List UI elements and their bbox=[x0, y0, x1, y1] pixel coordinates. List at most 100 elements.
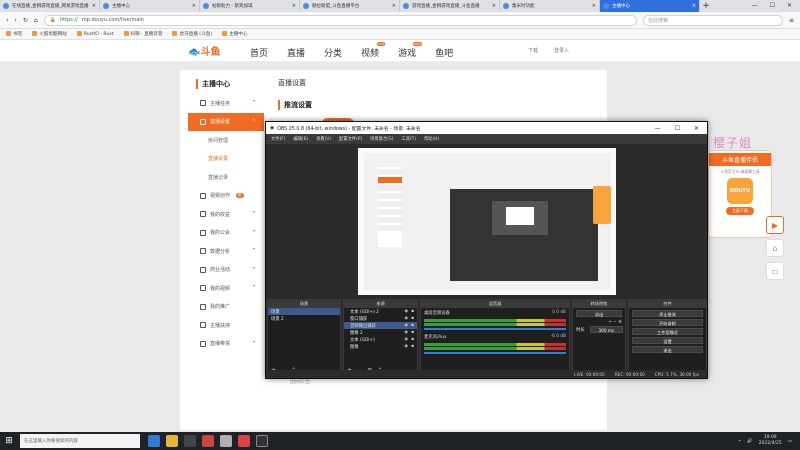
app-icon[interactable] bbox=[238, 435, 250, 447]
sidebar-item[interactable]: 我的收益 ^ bbox=[188, 205, 264, 224]
eye-icon[interactable]: ◉ bbox=[404, 323, 408, 328]
browser-tab[interactable]: 主播中心 × bbox=[600, 0, 700, 12]
obs-maximize-icon[interactable]: ☐ bbox=[675, 125, 680, 132]
nav-item[interactable]: 分类 bbox=[324, 46, 342, 59]
lock-icon[interactable]: ▪ bbox=[411, 344, 414, 349]
menu-icon[interactable]: ≡ bbox=[789, 17, 794, 24]
tab-close-icon[interactable]: × bbox=[692, 3, 696, 9]
obs-menu-item[interactable]: 场景集合(S) bbox=[370, 136, 393, 142]
volume-slider[interactable] bbox=[424, 352, 566, 354]
bookmark-item[interactable]: 主播中心 bbox=[222, 31, 247, 37]
promo-download-button[interactable]: 立即下载 bbox=[726, 207, 754, 215]
sidebar-item[interactable]: 房间管理 bbox=[188, 131, 264, 150]
tab-close-icon[interactable]: × bbox=[392, 3, 396, 9]
source-item[interactable]: 文本 (GDI+) 2 ◉ ▪ bbox=[344, 308, 417, 315]
forward-icon[interactable]: › bbox=[14, 17, 16, 24]
eye-icon[interactable]: ◉ bbox=[404, 344, 408, 349]
back-icon[interactable]: ‹ bbox=[6, 17, 8, 24]
bookmark-item[interactable]: RustIO - Rust bbox=[77, 31, 114, 37]
control-button[interactable]: 设置 bbox=[632, 337, 703, 344]
nav-item[interactable]: 直播 bbox=[287, 46, 305, 59]
screen-icon[interactable]: ▭ bbox=[766, 262, 784, 280]
promo-card[interactable]: 斗鱼直播伴侣 斗鱼官方PC端直播工具 DOUYU 立即下载 bbox=[708, 150, 772, 238]
bookmark-item[interactable]: 虎牙直播 (斗鱼) bbox=[172, 31, 212, 37]
obs-menu-item[interactable]: 工具(T) bbox=[401, 136, 416, 142]
lock-icon[interactable]: ▪ bbox=[411, 337, 414, 342]
play-icon[interactable]: ▶ bbox=[766, 216, 784, 234]
tab-close-icon[interactable]: × bbox=[492, 3, 496, 9]
url-field[interactable]: 🔒 https://mp.douyu.com/live/main bbox=[43, 14, 637, 26]
nav-item[interactable]: 鱼吧 bbox=[435, 46, 453, 59]
obs-task-icon[interactable] bbox=[256, 435, 268, 447]
browser-tab[interactable]: 在线直播_金狮游戏直播_网易游戏直播 × bbox=[0, 0, 100, 12]
obs-close-icon[interactable]: ✕ bbox=[694, 125, 699, 132]
control-button[interactable]: 开始录制 bbox=[632, 319, 703, 326]
lock-icon[interactable]: ▪ bbox=[411, 316, 414, 321]
sidebar-item[interactable]: 主播任务 ^ bbox=[188, 94, 264, 113]
sidebar-item[interactable]: 直播设置 ^ bbox=[188, 112, 264, 131]
chrome-icon[interactable] bbox=[166, 435, 178, 447]
obs-menu-item[interactable]: 配置文件(P) bbox=[339, 136, 362, 142]
source-item[interactable]: 文本 (GDI+) ◉ ▪ bbox=[344, 336, 417, 343]
douyu-logo[interactable]: 🐟斗鱼 bbox=[188, 43, 232, 59]
obs-preview[interactable] bbox=[358, 148, 616, 295]
browser-tab[interactable]: 赫拉联盟_斗鱼直播平台 × bbox=[300, 0, 400, 12]
sidebar-item[interactable]: 视频创作新 bbox=[188, 187, 264, 206]
douyu-task-icon[interactable] bbox=[202, 435, 214, 447]
sidebar-item[interactable]: 我的推广 bbox=[188, 298, 264, 317]
sidebar-item[interactable]: 直播带货 ^ bbox=[188, 335, 264, 354]
browser-tab[interactable]: 帖税助力 - 斯宾加琪 × bbox=[200, 0, 300, 12]
tab-close-icon[interactable]: × bbox=[292, 3, 296, 9]
volume-icon[interactable]: 🔊 bbox=[747, 439, 753, 444]
lock-icon[interactable]: ▪ bbox=[411, 323, 414, 328]
source-item[interactable]: 图像 ◉ ▪ bbox=[344, 343, 417, 350]
sidebar-item[interactable]: 我的公会 ^ bbox=[188, 224, 264, 243]
obs-menu-item[interactable]: 编辑(E) bbox=[293, 136, 308, 142]
bookmark-item[interactable]: 火狐优酷网站 bbox=[32, 31, 67, 37]
tab-close-icon[interactable]: × bbox=[192, 3, 196, 9]
clock[interactable]: 19:09 2022/4/25 bbox=[759, 435, 782, 447]
lock-icon[interactable]: ▪ bbox=[411, 309, 414, 314]
sidebar-item[interactable]: 商业活动 ^ bbox=[188, 261, 264, 280]
sidebar-item[interactable]: 我的视频 ^ bbox=[188, 279, 264, 298]
download-link[interactable]: 下载 bbox=[528, 47, 538, 54]
obs-menu-item[interactable]: 查看(V) bbox=[316, 136, 331, 142]
steam-icon[interactable] bbox=[220, 435, 232, 447]
eye-icon[interactable]: ◉ bbox=[404, 337, 408, 342]
eye-icon[interactable]: ◉ bbox=[404, 330, 408, 335]
tab-close-icon[interactable]: × bbox=[592, 3, 596, 9]
scene-item[interactable]: 场景 bbox=[268, 308, 340, 315]
sidebar-item[interactable]: 直播记录 bbox=[188, 168, 264, 187]
home-float-icon[interactable]: ⌂ bbox=[766, 239, 784, 257]
maximize-icon[interactable]: ☐ bbox=[770, 0, 775, 12]
nav-item[interactable]: 首页 bbox=[250, 46, 268, 59]
explorer-icon[interactable] bbox=[184, 435, 196, 447]
source-item[interactable]: 图像 2 ◉ ▪ bbox=[344, 329, 417, 336]
scene-item[interactable]: 场景 2 bbox=[268, 315, 340, 322]
browser-search-input[interactable]: 在此搜索 bbox=[642, 14, 783, 26]
task-view-icon[interactable] bbox=[148, 435, 160, 447]
home-icon[interactable]: ⌂ bbox=[34, 17, 38, 24]
lock-icon[interactable]: ▪ bbox=[411, 330, 414, 335]
bookmark-item[interactable]: 抖聊 · 直播云管 bbox=[124, 31, 163, 37]
sidebar-item[interactable]: 数据分析 ^ bbox=[188, 242, 264, 261]
close-icon[interactable]: ✕ bbox=[787, 0, 792, 12]
browser-tab[interactable]: 主播中心 × bbox=[100, 0, 200, 12]
notification-icon[interactable]: ▭ bbox=[788, 439, 792, 444]
sidebar-item[interactable]: 直播设置 bbox=[188, 150, 264, 169]
obs-minimize-icon[interactable]: — bbox=[655, 125, 661, 132]
browser-tab[interactable]: 集米时功能 × bbox=[500, 0, 600, 12]
network-icon[interactable]: ⌁ bbox=[738, 439, 741, 444]
new-tab-button[interactable]: + bbox=[700, 0, 712, 12]
volume-slider[interactable] bbox=[424, 328, 566, 330]
nav-item[interactable]: 游戏 new bbox=[398, 42, 423, 59]
bookmark-item[interactable]: 书签 bbox=[6, 31, 22, 37]
duration-input[interactable]: 300 ms bbox=[589, 326, 623, 333]
reload-icon[interactable]: ↻ bbox=[23, 17, 28, 24]
tab-close-icon[interactable]: × bbox=[92, 3, 96, 9]
eye-icon[interactable]: ◉ bbox=[404, 316, 408, 321]
control-button[interactable]: 停止推流 bbox=[632, 310, 703, 317]
source-item[interactable]: 窗口捕获 ◉ ▪ bbox=[344, 315, 417, 322]
obs-menu-item[interactable]: 帮助(H) bbox=[424, 136, 439, 142]
transition-select[interactable]: 淡出 bbox=[576, 310, 622, 317]
